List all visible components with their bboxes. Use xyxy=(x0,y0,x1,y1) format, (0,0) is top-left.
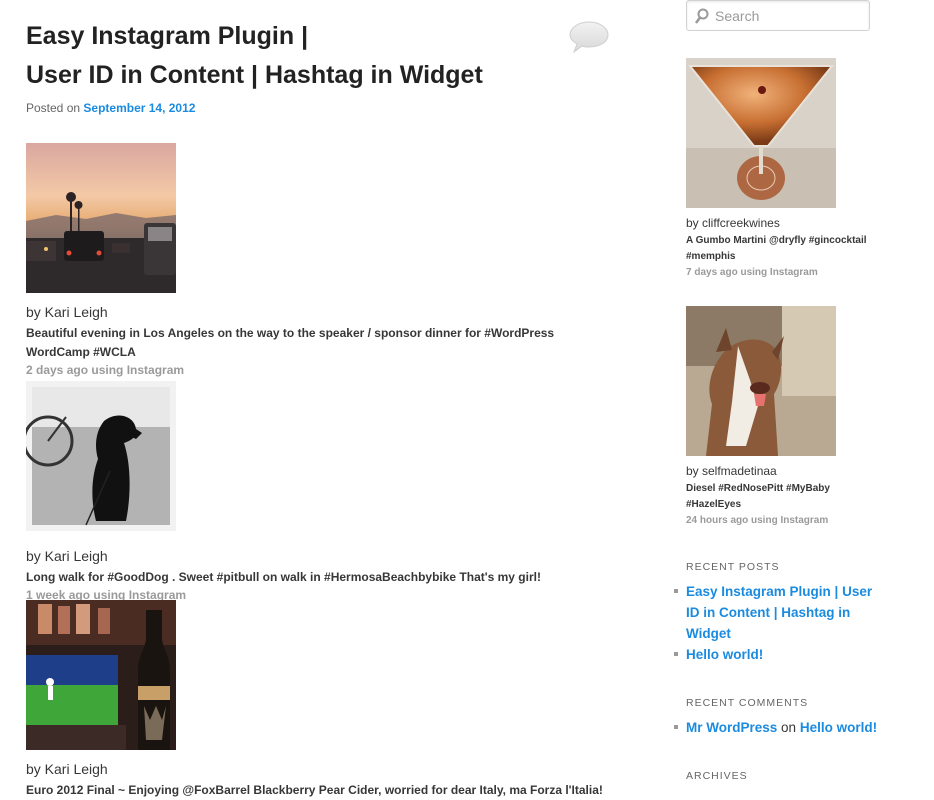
photo-author: by Kari Leigh xyxy=(26,548,108,564)
recent-comment-item: Mr WordPress on Hello world! xyxy=(674,717,886,738)
instagram-photo-dog-walk[interactable] xyxy=(26,381,176,531)
recent-posts-title: RECENT POSTS xyxy=(686,561,780,573)
recent-comments-list: Mr WordPress on Hello world! xyxy=(674,717,886,738)
comment-post-link[interactable]: Hello world! xyxy=(800,720,877,735)
recent-post-link-easy-instagram[interactable]: Easy Instagram Plugin | User ID in Conte… xyxy=(686,584,872,641)
post-title-line1[interactable]: Easy Instagram Plugin | xyxy=(26,22,308,50)
instagram-photo-sunset-traffic[interactable] xyxy=(26,143,176,293)
feed-item: by Kari Leigh Long walk for #GoodDog . S… xyxy=(26,381,616,604)
instagram-photo-pitbull[interactable] xyxy=(686,306,836,456)
comment-on-label: on xyxy=(781,720,797,735)
photo-meta: 2 days ago using Instagram xyxy=(26,363,185,377)
recent-posts-list: Easy Instagram Plugin | User ID in Conte… xyxy=(674,581,886,665)
widget-instagram-item: by selfmadetinaa Diesel #RedNosePitt #My… xyxy=(686,306,886,528)
comment-bubble-icon[interactable] xyxy=(568,20,610,54)
posted-on-label: Posted on xyxy=(26,101,81,115)
instagram-photo-euro-final[interactable] xyxy=(26,600,176,750)
recent-post-item: Easy Instagram Plugin | User ID in Conte… xyxy=(674,581,876,644)
widget-photo-meta: 7 days ago using Instagram xyxy=(686,267,818,278)
archives-title: ARCHIVES xyxy=(686,770,748,782)
search-box[interactable] xyxy=(686,0,870,31)
search-icon xyxy=(695,8,709,24)
comment-author-link[interactable]: Mr WordPress xyxy=(686,720,777,735)
instagram-photo-martini[interactable] xyxy=(686,58,836,208)
recent-post-item: Hello world! xyxy=(674,644,886,665)
post-date-link[interactable]: September 14, 2012 xyxy=(83,101,195,115)
recent-post-link-hello-world[interactable]: Hello world! xyxy=(686,647,763,662)
photo-author: by Kari Leigh xyxy=(26,304,108,320)
widget-photo-caption: Diesel #RedNosePitt #MyBaby #HazelEyes xyxy=(686,483,830,510)
search-input[interactable] xyxy=(713,5,867,27)
photo-author: by Kari Leigh xyxy=(26,761,108,777)
photo-caption: Long walk for #GoodDog . Sweet #pitbull … xyxy=(26,570,541,584)
post-title[interactable]: Easy Instagram Plugin | User ID in Conte… xyxy=(26,17,546,95)
widget-instagram-item: by cliffcreekwines A Gumbo Martini @dryf… xyxy=(686,58,886,280)
widget-photo-author: by cliffcreekwines xyxy=(686,216,780,230)
widget-photo-caption: A Gumbo Martini @dryfly #gincocktail #me… xyxy=(686,235,867,262)
photo-caption: Beautiful evening in Los Angeles on the … xyxy=(26,326,555,359)
post-title-line2[interactable]: User ID in Content | Hashtag in Widget xyxy=(26,61,483,89)
recent-comments-title: RECENT COMMENTS xyxy=(686,697,809,709)
feed-item: by Kari Leigh Beautiful evening in Los A… xyxy=(26,143,616,379)
widget-photo-author: by selfmadetinaa xyxy=(686,464,777,478)
photo-caption: Euro 2012 Final ~ Enjoying @FoxBarrel Bl… xyxy=(26,783,603,797)
entry-meta: Posted on September 14, 2012 xyxy=(26,101,195,115)
feed-item: by Kari Leigh Euro 2012 Final ~ Enjoying… xyxy=(26,600,616,800)
widget-photo-meta: 24 hours ago using Instagram xyxy=(686,515,829,526)
